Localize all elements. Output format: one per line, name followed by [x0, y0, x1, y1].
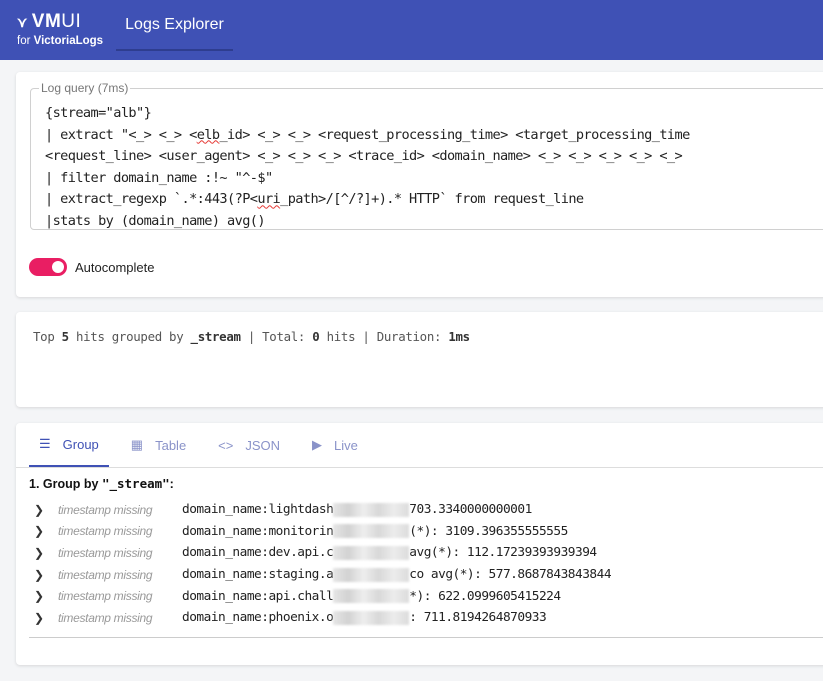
log-row[interactable]: ❯ timestamp missing domain_name: monitorin…	[34, 521, 611, 543]
chevron-right-icon[interactable]: ❯	[34, 503, 58, 517]
autocomplete-toggle[interactable]: Autocomplete	[29, 258, 155, 276]
row-value-suffix: co avg(*): 577.8687843843844	[409, 567, 612, 583]
row-value-prefix: dev.api.c	[268, 545, 334, 561]
row-value-suffix: : 711.8194264870933	[409, 610, 547, 626]
row-key: domain_name:	[182, 588, 269, 604]
row-value-prefix: monitorin	[268, 523, 334, 539]
chevron-right-icon[interactable]: ❯	[34, 589, 58, 603]
app-header: ⋎ VM UI for VictoriaLogs Logs Explorer	[0, 0, 823, 60]
redacted-region	[333, 502, 410, 517]
row-value-prefix: phoenix.o	[268, 610, 334, 626]
chevron-right-icon[interactable]: ❯	[34, 611, 58, 625]
tab-table[interactable]: ▦ Table	[121, 423, 196, 467]
hits-summary: Top 5 hits grouped by _stream | Total: 0…	[33, 329, 470, 344]
row-value-suffix: (*): 3109.396355555555	[409, 523, 568, 539]
row-value-suffix: 703.3340000000001	[409, 502, 532, 518]
view-tabs: ☰ Group ▦ Table <> JSON ▶ Live	[29, 423, 380, 467]
code-icon: <>	[218, 437, 234, 453]
chevron-right-icon[interactable]: ❯	[34, 568, 58, 582]
log-row[interactable]: ❯ timestamp missing domain_name: phoenix.o…	[34, 607, 611, 629]
results-card: ☰ Group ▦ Table <> JSON ▶ Live 1. Group by "…	[16, 423, 823, 665]
row-key: domain_name:	[182, 545, 269, 561]
timestamp: timestamp missing	[58, 545, 153, 560]
tab-group[interactable]: ☰ Group	[29, 423, 109, 467]
log-query-input[interactable]: Log query (7ms) {stream="alb"} | extract…	[30, 81, 823, 233]
redacted-region	[333, 567, 410, 582]
row-key: domain_name:	[182, 502, 269, 518]
row-value-suffix: avg(*): 112.17239393939394	[409, 545, 597, 561]
timestamp: timestamp missing	[58, 524, 153, 539]
row-key: domain_name:	[182, 610, 269, 626]
log-row[interactable]: ❯ timestamp missing domain_name: api.chall…	[34, 585, 611, 607]
play-icon: ▶	[312, 437, 323, 452]
timestamp: timestamp missing	[58, 502, 153, 517]
chevron-right-icon[interactable]: ❯	[34, 524, 58, 538]
redacted-region	[333, 610, 410, 625]
row-key: domain_name:	[182, 567, 269, 583]
group-title: 1. Group by "_stream":	[29, 476, 174, 491]
log-row[interactable]: ❯ timestamp missing domain_name: dev.api.c…	[34, 542, 611, 564]
tabs-divider	[16, 467, 823, 468]
query-text[interactable]: {stream="alb"} | extract "<_> <_> <elb_i…	[45, 103, 690, 233]
log-row[interactable]: ❯ timestamp missing domain_name: lightdash…	[34, 499, 611, 521]
tab-json[interactable]: <> JSON	[208, 423, 290, 467]
chevron-right-icon[interactable]: ❯	[34, 546, 58, 560]
log-query-label: Log query (7ms)	[39, 81, 131, 95]
row-value-suffix: *): 622.0999605415224	[409, 588, 561, 604]
query-card: Log query (7ms) {stream="alb"} | extract…	[16, 72, 823, 297]
timestamp: timestamp missing	[58, 567, 153, 582]
table-icon: ▦	[130, 437, 144, 452]
divider	[29, 637, 823, 638]
row-value-prefix: lightdash	[268, 502, 334, 518]
redacted-region	[333, 545, 410, 560]
vmui-logo[interactable]: ⋎ VM UI for VictoriaLogs	[17, 11, 103, 47]
row-value-prefix: staging.a	[268, 567, 334, 583]
row-key: domain_name:	[182, 523, 269, 539]
tab-live[interactable]: ▶ Live	[302, 423, 368, 467]
redacted-region	[333, 589, 410, 604]
log-row[interactable]: ❯ timestamp missing domain_name: staging.a…	[34, 564, 612, 586]
group-rows: ❯ timestamp missing domain_name: lightdash…	[34, 499, 612, 629]
toggle-switch[interactable]	[29, 258, 67, 276]
timestamp: timestamp missing	[58, 589, 153, 604]
stats-card: Top 5 hits grouped by _stream | Total: 0…	[16, 312, 823, 407]
timestamp: timestamp missing	[58, 610, 153, 625]
nav-tab-logs-explorer[interactable]: Logs Explorer	[116, 0, 233, 51]
list-icon: ☰	[39, 436, 51, 451]
row-value-prefix: api.chall	[268, 588, 334, 604]
chevrons-icon: ⋎	[17, 13, 28, 30]
redacted-region	[333, 524, 410, 539]
